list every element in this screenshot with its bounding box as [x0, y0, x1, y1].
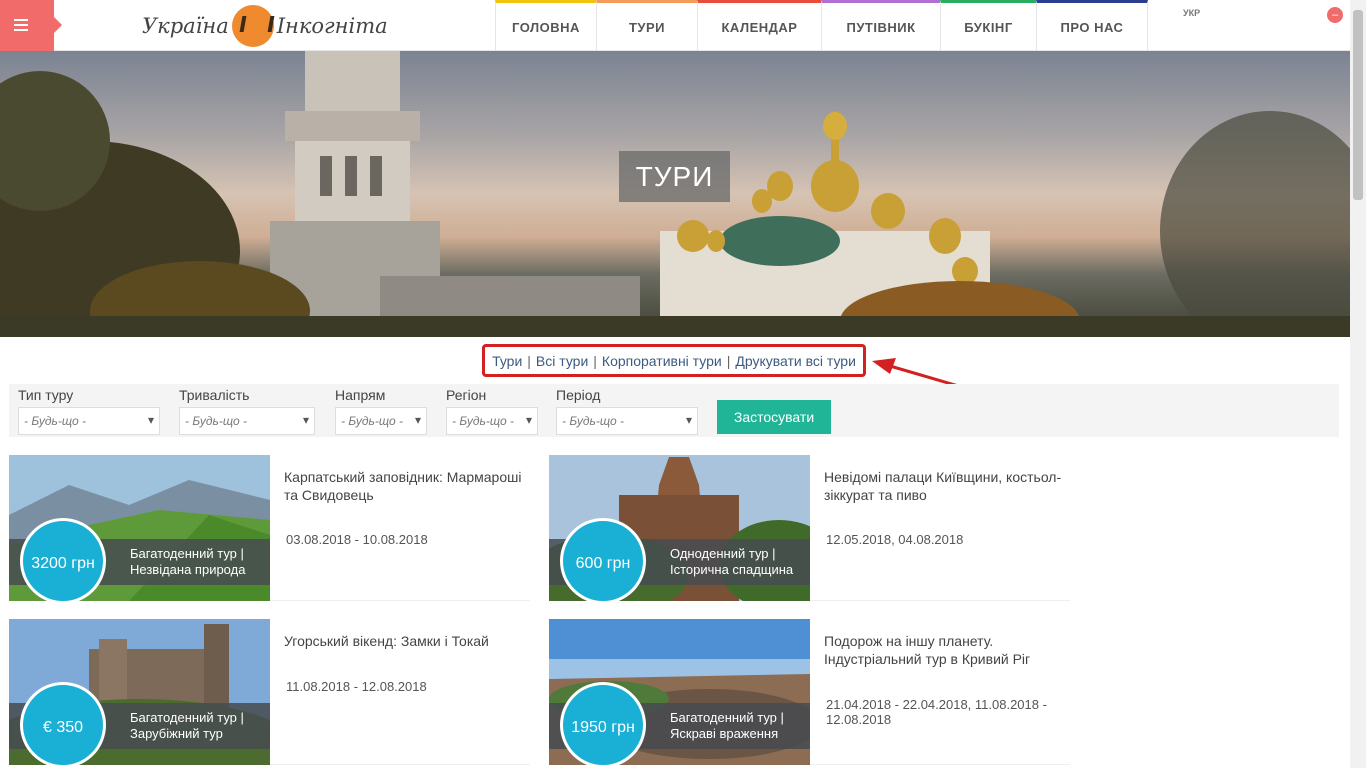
tour-card[interactable]: Багатоденний тур | Яскраві враження 1950…	[549, 619, 1070, 768]
nav-item-tours[interactable]: ТУРИ	[596, 0, 697, 51]
filter-direction: Напрям - Будь-що -	[335, 387, 427, 435]
apply-button[interactable]: Застосувати	[717, 400, 831, 434]
filter-duration: Тривалість - Будь-що -	[179, 387, 315, 435]
tour-type-select[interactable]: - Будь-що -	[18, 407, 160, 435]
tour-card-body: Угорський вікенд: Замки і Токай 11.08.20…	[270, 619, 530, 765]
nav-item-home[interactable]: ГОЛОВНА	[495, 0, 596, 51]
filter-label: Напрям	[335, 387, 386, 403]
logo-mark-icon	[231, 5, 274, 47]
direction-select[interactable]: - Будь-що -	[335, 407, 427, 435]
tag-line: Незвідана природа	[130, 562, 246, 577]
tour-card-body: Подорож на іншу планету. Індустріальний …	[810, 619, 1070, 765]
site-logo[interactable]: Україна Інкогніта	[142, 4, 388, 48]
tour-dates: 11.08.2018 - 12.08.2018	[286, 679, 427, 694]
filter-tour-type: Тип туру - Будь-що -	[18, 387, 160, 435]
separator: |	[527, 352, 531, 369]
nav-item-booking[interactable]: БУКІНГ	[940, 0, 1036, 51]
tour-card[interactable]: Одноденний тур | Історична спадщина 600 …	[549, 455, 1070, 604]
filter-label: Тип туру	[18, 387, 74, 403]
scrollbar-thumb[interactable]	[1353, 10, 1363, 200]
separator: |	[726, 352, 731, 369]
logo-text-right: Інкогніта	[276, 14, 388, 38]
tag-line: Багатоденний тур |	[670, 710, 784, 725]
site-header: Україна Інкогніта ГОЛОВНА ТУРИ КАЛЕНДАР …	[0, 0, 1350, 51]
tour-dates: 21.04.2018 - 22.04.2018, 11.08.2018 - 12…	[826, 697, 1047, 727]
tag-line: Історична спадщина	[670, 562, 794, 577]
filter-region: Регіон - Будь-що -	[446, 387, 538, 435]
tour-filters: Тип туру - Будь-що - Тривалість - Будь-щ…	[9, 384, 1339, 437]
tour-title[interactable]: Карпатський заповідник: Мармароші та Сви…	[284, 468, 524, 504]
price-badge: 600 грн	[560, 518, 646, 604]
tag-line: Яскраві враження	[670, 726, 779, 741]
tour-title[interactable]: Угорський вікенд: Замки і Токай	[284, 632, 524, 650]
price-badge: € 350	[20, 682, 106, 768]
tour-dates: 12.05.2018, 04.08.2018	[826, 532, 964, 547]
region-select[interactable]: - Будь-що -	[446, 407, 538, 435]
menu-toggle-button[interactable]	[0, 0, 62, 51]
duration-select[interactable]: - Будь-що -	[179, 407, 315, 435]
close-icon[interactable]: –	[1327, 7, 1343, 23]
nav-item-guide[interactable]: ПУТІВНИК	[821, 0, 940, 51]
hero-title: ТУРИ	[619, 151, 730, 202]
nav-item-about[interactable]: ПРО НАС	[1036, 0, 1148, 51]
tour-card[interactable]: Багатоденний тур | Зарубіжний тур € 350 …	[9, 619, 530, 768]
filter-label: Регіон	[446, 387, 487, 403]
tour-categories: Тури | Всі тури | Корпоративні тури | Др…	[482, 344, 866, 377]
tour-card-body: Карпатський заповідник: Мармароші та Сви…	[270, 455, 530, 601]
category-link-print-all-tours[interactable]: Друкувати всі тури	[735, 353, 856, 369]
hamburger-icon	[14, 19, 28, 31]
language-switcher[interactable]: УКР	[1183, 8, 1200, 18]
filter-label: Період	[556, 387, 601, 403]
tag-line: Одноденний тур |	[670, 546, 776, 561]
price-badge: 3200 грн	[20, 518, 106, 604]
tag-line: Багатоденний тур |	[130, 710, 244, 725]
category-link-corporate-tours[interactable]: Корпоративні тури	[602, 353, 722, 369]
filter-period: Період - Будь-що -	[556, 387, 698, 435]
main-nav: ГОЛОВНА ТУРИ КАЛЕНДАР ПУТІВНИК БУКІНГ ПР…	[495, 0, 1148, 51]
tour-dates: 03.08.2018 - 10.08.2018	[286, 532, 428, 547]
period-select[interactable]: - Будь-що -	[556, 407, 698, 435]
tag-line: Багатоденний тур |	[130, 546, 244, 561]
logo-text-left: Україна	[142, 14, 229, 38]
price-badge: 1950 грн	[560, 682, 646, 768]
tag-line: Зарубіжний тур	[130, 726, 223, 741]
category-link-all-tours[interactable]: Всі тури	[536, 353, 588, 369]
tour-card[interactable]: Багатоденний тур | Незвідана природа 320…	[9, 455, 530, 604]
filter-label: Тривалість	[179, 387, 250, 403]
tour-card-body: Невідомі палаци Київщини, костьол-зіккур…	[810, 455, 1070, 601]
page-scrollbar[interactable]	[1350, 0, 1366, 768]
tour-title[interactable]: Невідомі палаци Київщини, костьол-зіккур…	[824, 468, 1064, 504]
nav-item-calendar[interactable]: КАЛЕНДАР	[697, 0, 821, 51]
category-link-tours[interactable]: Тури	[492, 353, 522, 369]
hero-banner: ТУРИ	[0, 51, 1350, 337]
tour-title[interactable]: Подорож на іншу планету. Індустріальний …	[824, 632, 1064, 668]
separator: |	[593, 352, 597, 369]
